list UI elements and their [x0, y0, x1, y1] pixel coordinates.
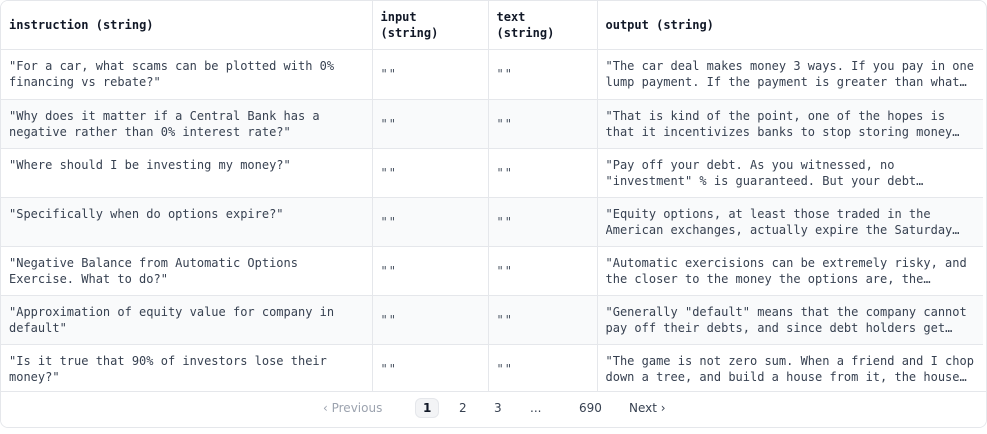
cell-text[interactable]: "": [488, 197, 598, 247]
cell-text[interactable]: "": [488, 49, 598, 100]
cell-output[interactable]: "Generally "default" means that the comp…: [597, 295, 983, 345]
column-name: input: [380, 10, 417, 24]
column-header-instruction[interactable]: instruction (string): [1, 1, 373, 50]
table-row[interactable]: "For a car, what scams can be plotted wi…: [1, 49, 983, 100]
cell-instruction[interactable]: "Is it true that 90% of investors lose t…: [1, 344, 373, 394]
cell-text[interactable]: "": [488, 148, 598, 198]
previous-page-button[interactable]: ‹ Previous: [323, 401, 382, 415]
cell-instruction[interactable]: "Where should I be investing my money?": [1, 148, 373, 198]
cell-text[interactable]: "": [488, 344, 598, 394]
table-row[interactable]: "Specifically when do options expire?" "…: [1, 197, 983, 247]
cell-text[interactable]: "": [488, 295, 598, 345]
column-name: instruction: [9, 17, 89, 32]
column-header-output[interactable]: output (string): [597, 1, 983, 50]
cell-text[interactable]: "": [488, 246, 598, 296]
cell-output[interactable]: "That is kind of the point, one of the h…: [597, 99, 983, 149]
page-button-2[interactable]: 2: [459, 401, 467, 415]
page-button-1[interactable]: 1: [415, 398, 440, 418]
column-type: (string): [95, 17, 154, 32]
cell-output[interactable]: "Pay off your debt. As you witnessed, no…: [597, 148, 983, 198]
cell-input[interactable]: "": [372, 344, 489, 394]
cell-input[interactable]: "": [372, 148, 489, 198]
page-button-690[interactable]: 690: [579, 401, 602, 415]
cell-instruction[interactable]: "Specifically when do options expire?": [1, 197, 373, 247]
next-page-button[interactable]: Next ›: [629, 401, 666, 415]
cell-input[interactable]: "": [372, 197, 489, 247]
pagination: ‹ Previous 1 2 3 ... 690 Next ›: [1, 391, 986, 427]
dataset-viewer: instruction (string) input (string) text (…: [0, 0, 987, 428]
cell-text[interactable]: "": [488, 99, 598, 149]
cell-output[interactable]: "The game is not zero sum. When a friend…: [597, 344, 983, 394]
column-header-text[interactable]: text (string): [488, 1, 598, 50]
table-row[interactable]: "Where should I be investing my money?" …: [1, 148, 983, 198]
page-ellipsis: ...: [530, 401, 542, 415]
cell-instruction[interactable]: "For a car, what scams can be plotted wi…: [1, 49, 373, 100]
cell-instruction[interactable]: "Approximation of equity value for compa…: [1, 295, 373, 345]
cell-input[interactable]: "": [372, 99, 489, 149]
cell-input[interactable]: "": [372, 246, 489, 296]
column-header-input[interactable]: input (string): [372, 1, 489, 50]
cell-output[interactable]: "Equity options, at least those traded i…: [597, 197, 983, 247]
table-row[interactable]: "Is it true that 90% of investors lose t…: [1, 344, 983, 394]
cell-input[interactable]: "": [372, 49, 489, 100]
data-table: instruction (string) input (string) text (…: [1, 1, 983, 394]
column-name: output: [605, 17, 649, 32]
table-row[interactable]: "Why does it matter if a Central Bank ha…: [1, 99, 983, 149]
column-type: (string): [656, 17, 714, 32]
column-name: text: [496, 10, 526, 24]
cell-output[interactable]: "Automatic exercisions can be extremely …: [597, 246, 983, 296]
column-type: (string): [496, 26, 555, 40]
table-row[interactable]: "Approximation of equity value for compa…: [1, 295, 983, 345]
cell-instruction[interactable]: "Negative Balance from Automatic Options…: [1, 246, 373, 296]
column-type: (string): [380, 26, 439, 40]
header-row: instruction (string) input (string) text (…: [1, 1, 983, 50]
cell-instruction[interactable]: "Why does it matter if a Central Bank ha…: [1, 99, 373, 149]
table-row[interactable]: "Negative Balance from Automatic Options…: [1, 246, 983, 296]
cell-output[interactable]: "The car deal makes money 3 ways. If you…: [597, 49, 983, 100]
cell-input[interactable]: "": [372, 295, 489, 345]
page-button-3[interactable]: 3: [494, 401, 502, 415]
